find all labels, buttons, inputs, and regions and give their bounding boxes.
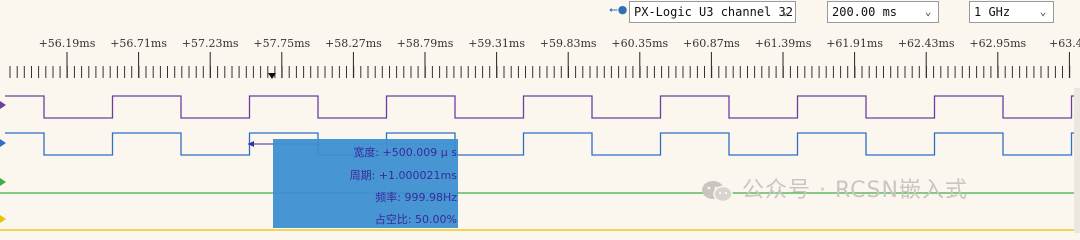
frequency-readout: 频率: 999.98Hz <box>375 191 457 204</box>
watermark-text: 公众号 · RCSN嵌入式 <box>742 178 968 203</box>
watermark: 公众号 · RCSN嵌入式 <box>700 172 968 203</box>
period-readout: 周期: +1.000021ms <box>349 169 457 182</box>
channel-marker-icon <box>0 215 6 223</box>
channel-marker-icon <box>0 139 6 147</box>
channel-marker-icon <box>0 178 6 186</box>
pulse-width-readout: 宽度: +500.009 μ s <box>353 146 457 159</box>
channel-0-waveform <box>5 95 1075 119</box>
channel-1-waveform <box>5 132 1075 156</box>
vertical-scrollbar <box>1074 88 1080 233</box>
wechat-logo-icon <box>702 181 733 203</box>
duty-cycle-readout: 占空比: 50.00% <box>374 213 457 226</box>
channel-marker-icon <box>0 101 6 109</box>
